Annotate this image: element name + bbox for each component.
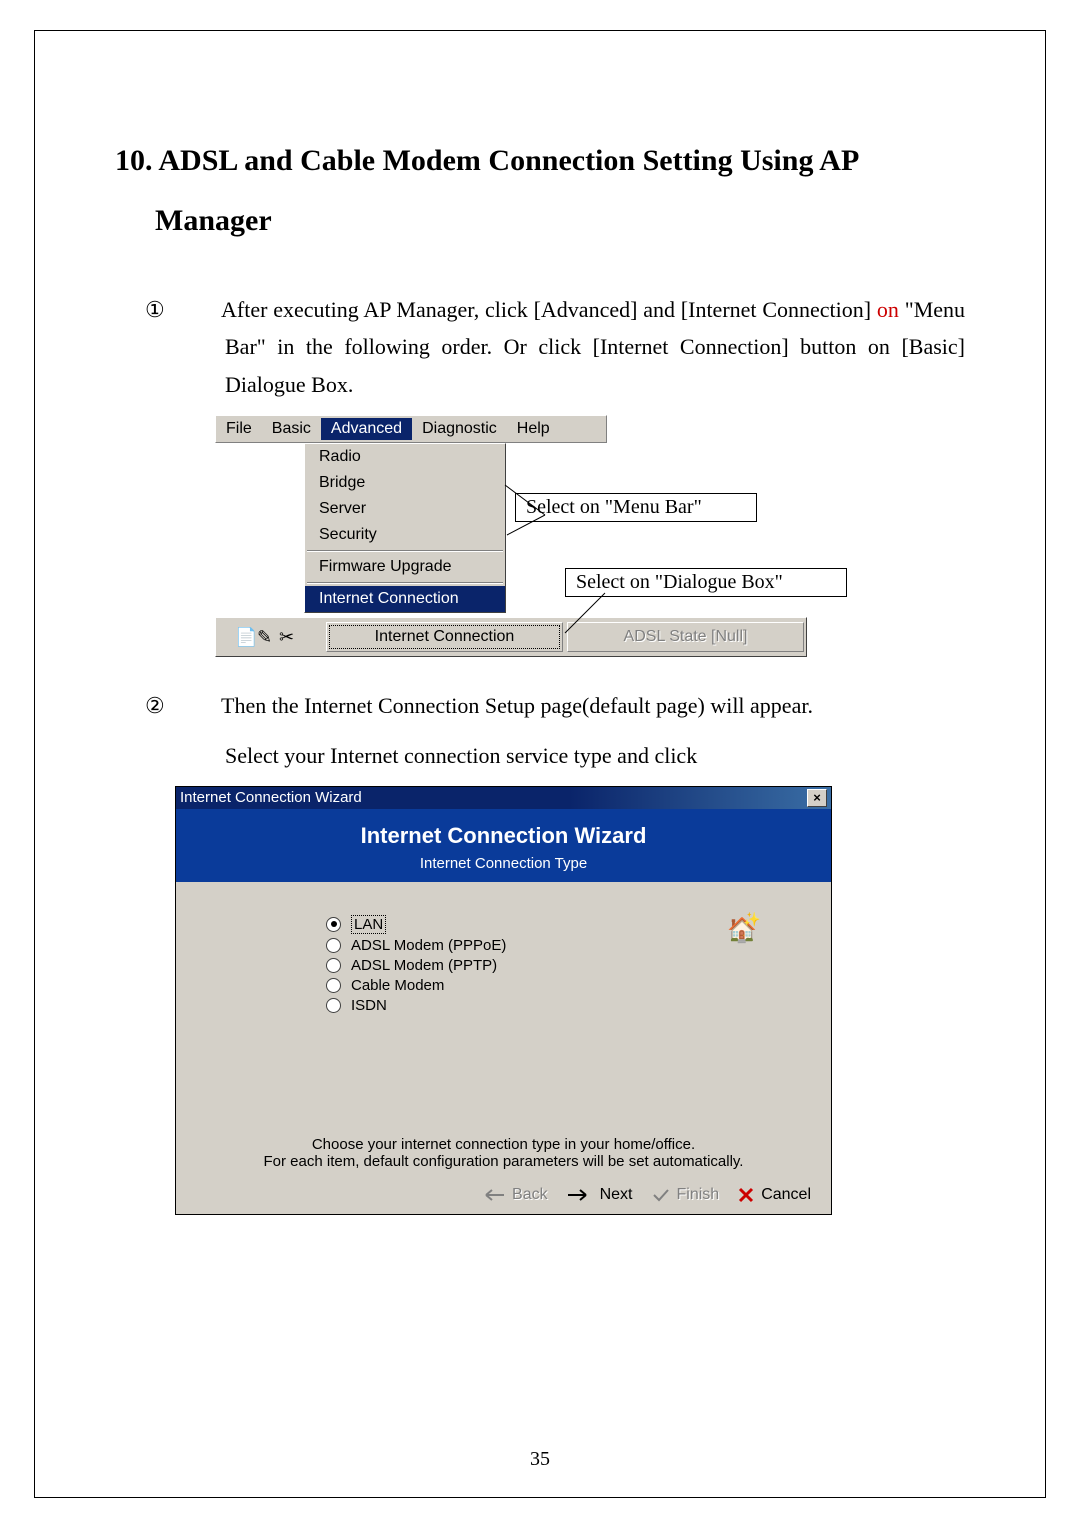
cancel-button[interactable]: Cancel [737, 1186, 811, 1204]
wizard-body: LAN ADSL Modem (PPPoE) ADSL Modem (PPTP)… [176, 882, 831, 1132]
menu-advanced[interactable]: Advanced [321, 418, 412, 440]
next-label: Next [600, 1186, 633, 1204]
check-icon [651, 1186, 671, 1204]
section-title-text: ADSL and Cable Modem Connection Setting … [155, 144, 858, 237]
cancel-label: Cancel [761, 1186, 811, 1204]
menu-help[interactable]: Help [507, 418, 560, 440]
toolbar-icons: 📄 ✎ ✂ [216, 618, 324, 656]
option-adsl-pptp-label: ADSL Modem (PPTP) [351, 957, 497, 974]
wizard-footer: Back Next Finish Cancel [176, 1182, 831, 1214]
toolbar-glyphs-icon: 📄 ✎ ✂ [235, 623, 305, 651]
wizard-titlebar: Internet Connection Wizard × [176, 787, 831, 809]
finish-label: Finish [677, 1186, 720, 1204]
option-isdn-label: ISDN [351, 997, 387, 1014]
arrow-left-icon [478, 1186, 506, 1204]
option-adsl-pppoe-label: ADSL Modem (PPPoE) [351, 937, 506, 954]
radio-lan[interactable] [326, 917, 341, 932]
figure-menubar: File Basic Advanced Diagnostic Help Radi… [215, 415, 895, 657]
callout-menu-line-icon [495, 475, 555, 535]
toolbar-internet-connection-button[interactable]: Internet Connection [326, 622, 563, 652]
dropdown-bridge[interactable]: Bridge [305, 470, 505, 496]
section-number: 10. [115, 144, 153, 177]
back-button: Back [478, 1186, 548, 1204]
option-isdn[interactable]: ISDN [326, 997, 801, 1014]
option-cable-modem-label: Cable Modem [351, 977, 444, 994]
step-2b: Select your Internet connection service … [115, 737, 965, 774]
wizard-help-2: For each item, default configuration par… [196, 1153, 811, 1170]
menubar: File Basic Advanced Diagnostic Help [215, 415, 607, 443]
wizard-header-main: Internet Connection Wizard [176, 823, 831, 849]
step-2-line1: Then the Internet Connection Setup page(… [221, 693, 813, 718]
wizard-title: Internet Connection Wizard [180, 789, 362, 806]
wizard-header-sub: Internet Connection Type [176, 855, 831, 872]
option-lan-label: LAN [351, 915, 386, 934]
step-1-text-a: After executing AP Manager, click [Advan… [221, 297, 871, 322]
radio-isdn[interactable] [326, 998, 341, 1013]
svg-text:✎: ✎ [257, 627, 272, 647]
dropdown-internet-connection[interactable]: Internet Connection [305, 586, 505, 612]
menu-diagnostic[interactable]: Diagnostic [412, 418, 507, 440]
page-number: 35 [35, 1448, 1045, 1471]
advanced-dropdown: Radio Bridge Server Security Firmware Up… [304, 443, 506, 613]
close-icon[interactable]: × [807, 789, 827, 807]
step-2-line2: Select your Internet connection service … [225, 743, 697, 768]
callout-dlg-line-icon [555, 585, 615, 645]
next-button[interactable]: Next [566, 1186, 633, 1204]
radio-adsl-pppoe[interactable] [326, 938, 341, 953]
option-adsl-pptp[interactable]: ADSL Modem (PPTP) [326, 957, 801, 974]
x-icon [737, 1186, 755, 1204]
radio-adsl-pptp[interactable] [326, 958, 341, 973]
svg-text:📄: 📄 [235, 626, 257, 647]
svg-text:✨: ✨ [743, 912, 760, 927]
menu-file[interactable]: File [216, 418, 262, 440]
dropdown-security[interactable]: Security [305, 522, 505, 548]
dropdown-radio[interactable]: Radio [305, 444, 505, 470]
menu-basic[interactable]: Basic [262, 418, 321, 440]
toolbar: 📄 ✎ ✂ Internet Connection ADSL State [Nu… [215, 617, 807, 657]
dropdown-separator-1 [307, 550, 503, 552]
wizard-help: Choose your internet connection type in … [176, 1132, 831, 1182]
step-2-marker: ② [185, 687, 221, 724]
wizard-dialog: Internet Connection Wizard × Internet Co… [175, 786, 832, 1215]
step-1-marker: ① [185, 291, 221, 328]
finish-button: Finish [651, 1186, 720, 1204]
dropdown-firmware-upgrade[interactable]: Firmware Upgrade [305, 554, 505, 580]
svg-text:✂: ✂ [279, 627, 294, 647]
dropdown-server[interactable]: Server [305, 496, 505, 522]
wizard-header: Internet Connection Wizard Internet Conn… [176, 809, 831, 882]
back-label: Back [512, 1186, 548, 1204]
step-1: ①After executing AP Manager, click [Adva… [115, 291, 965, 403]
step-2: ②Then the Internet Connection Setup page… [115, 687, 965, 724]
wizard-house-icon: 🏠 ✨ [721, 912, 761, 956]
radio-cable-modem[interactable] [326, 978, 341, 993]
dropdown-separator-2 [307, 582, 503, 584]
section-title: 10. ADSL and Cable Modem Connection Sett… [115, 131, 965, 251]
option-cable-modem[interactable]: Cable Modem [326, 977, 801, 994]
wizard-help-1: Choose your internet connection type in … [196, 1136, 811, 1153]
step-1-red: on [871, 297, 899, 322]
arrow-right-icon [566, 1186, 594, 1204]
